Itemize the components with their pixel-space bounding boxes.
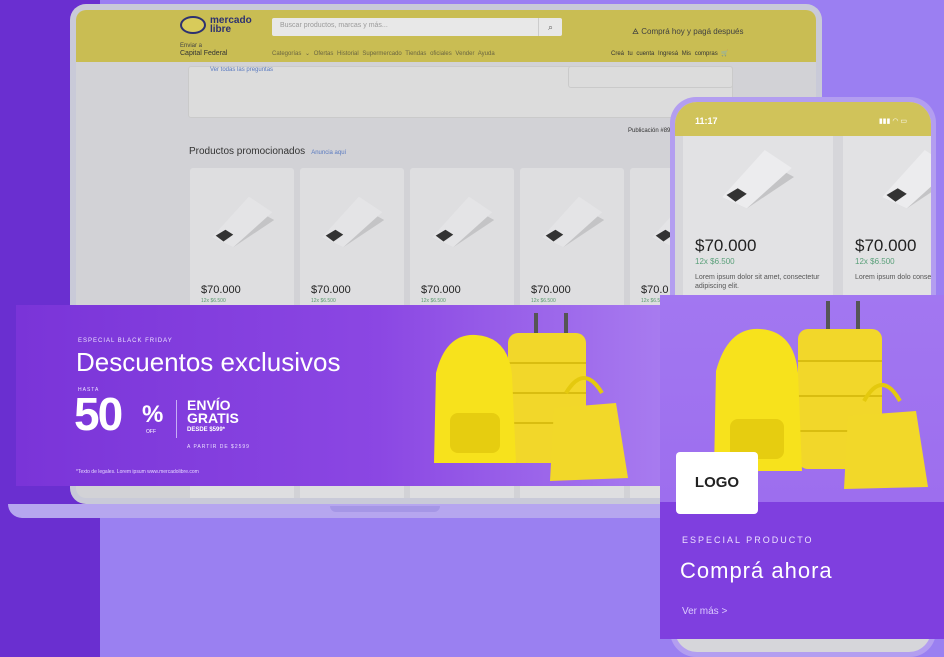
banner-percent: % — [142, 401, 164, 428]
laptop-product-image — [431, 196, 495, 248]
banner-discount: 50 — [74, 388, 123, 440]
product-description: Lorem ipsum dolor sit amet, consectetur … — [695, 274, 820, 290]
product-price: $70.000 — [531, 284, 571, 296]
location-selector[interactable]: Enviar a Capital Federal — [180, 43, 227, 58]
banner-partir: A PARTIR DE $2599 — [187, 444, 250, 450]
phone-status-bar: 11:17 ▮▮▮ ◠ ▭ — [675, 102, 931, 136]
product-price: $70.000 — [695, 236, 757, 255]
laptop-product-image — [211, 196, 275, 248]
banner-gratis: GRATIS — [187, 410, 239, 426]
account-text: Creá tu cuenta Ingresá Mis compras — [611, 51, 718, 57]
laptop-product-image — [882, 150, 931, 209]
account-links[interactable]: Creá tu cuenta Ingresá Mis compras 🛒 — [611, 50, 729, 57]
luggage-image — [434, 313, 628, 481]
phone-time: 11:17 — [695, 116, 718, 126]
product-price: $70.000 — [421, 284, 461, 296]
product-description: Lorem ipsum dolo consectetur adipi — [855, 274, 931, 281]
banner-legal: *Texto de legales. Lorem ipsum www.merca… — [76, 469, 199, 475]
search-input[interactable]: Buscar productos, marcas y más... ⌕ — [272, 18, 562, 36]
laptop-product-image — [541, 196, 605, 248]
banner-desde: DESDE $599* — [187, 427, 226, 433]
product-installments: 12x $6.5 — [641, 298, 661, 304]
search-icon[interactable]: ⌕ — [538, 18, 562, 36]
banner-off: OFF — [146, 429, 156, 435]
banner-eyebrow: ESPECIAL BLACK FRIDAY — [78, 338, 173, 344]
cart-icon[interactable]: 🛒 — [721, 51, 728, 57]
handshake-icon — [180, 16, 206, 34]
product-installments: 12x $6.500 — [421, 298, 446, 304]
laptop-product-image — [722, 150, 794, 209]
product-installments: 12x $6.500 — [695, 257, 735, 266]
product-installments: 12x $6.500 — [531, 298, 556, 304]
banner-divider — [176, 400, 177, 438]
product-price: $70.000 — [201, 284, 241, 296]
location-label: Enviar a — [180, 43, 203, 49]
gift-icon: 🜁 — [632, 27, 642, 36]
location-value: Capital Federal — [180, 50, 228, 57]
section-link[interactable]: Anuncia aquí — [311, 150, 346, 156]
site-logo[interactable]: mercado libre — [180, 15, 252, 35]
header-promo[interactable]: 🜁 Comprá hoy y pagá después — [632, 22, 744, 39]
logo-text: mercado libre — [210, 15, 252, 35]
main-nav[interactable]: Categorías ⌄ Ofertas Historial Supermerc… — [272, 50, 495, 57]
product-price: $70.000 — [311, 284, 351, 296]
promo-card[interactable]: LOGO ESPECIAL PRODUCTO Comprá ahora Ver … — [660, 295, 944, 639]
card-title: Comprá ahora — [680, 558, 833, 583]
promo-text: Comprá hoy y pagá después — [641, 27, 744, 36]
product-price: $70.000 — [855, 236, 917, 255]
questions-link[interactable]: Ver todas las preguntas — [210, 67, 273, 73]
banner-shipping: ENVÍO GRATIS — [187, 398, 239, 426]
brand-logo: LOGO — [676, 452, 758, 514]
laptop-notch — [330, 506, 440, 512]
publication-number: Publicación #892 — [628, 128, 674, 134]
product-installments: 12x $6.500 — [201, 298, 226, 304]
signal-wifi-battery-icon: ▮▮▮ ◠ ▭ — [878, 118, 907, 125]
product-installments: 12x $6.500 — [311, 298, 336, 304]
ver-mas-link[interactable]: Ver más > — [682, 606, 727, 617]
product-installments: 12x $6.500 — [855, 257, 895, 266]
laptop-product-image — [321, 196, 385, 248]
banner-title: Descuentos exclusivos — [76, 347, 341, 377]
card-eyebrow: ESPECIAL PRODUCTO — [682, 535, 814, 545]
questions-inner-box — [568, 66, 733, 88]
search-placeholder: Buscar productos, marcas y más... — [280, 22, 388, 29]
site-header: mercado libre Buscar productos, marcas y… — [76, 10, 816, 62]
section-title: Productos promocionados Anuncia aquí — [189, 146, 346, 157]
section-title-text: Productos promocionados — [189, 146, 306, 157]
promo-banner[interactable]: ESPECIAL BLACK FRIDAY Descuentos exclusi… — [16, 305, 676, 486]
